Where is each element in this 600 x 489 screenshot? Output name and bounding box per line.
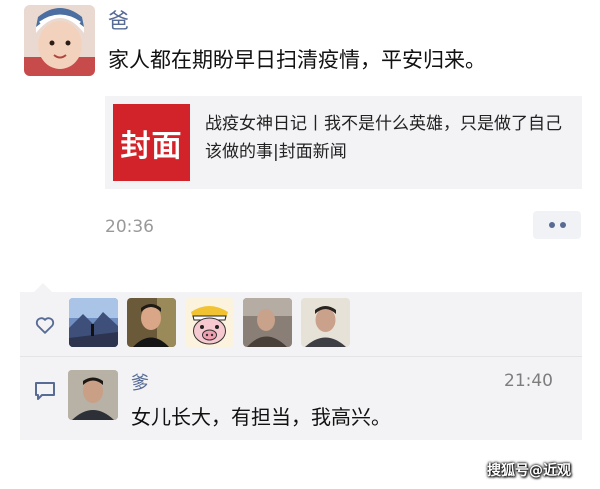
poster-name[interactable]: 爸 <box>108 6 129 36</box>
like-avatar-man-selfie[interactable] <box>301 298 350 347</box>
commenter-avatar[interactable] <box>68 370 118 420</box>
landscape-avatar-icon <box>69 298 118 347</box>
more-actions-button[interactable] <box>533 211 581 239</box>
baby-photo-icon <box>24 5 95 76</box>
interaction-panel: 爹 21:40 女儿长大，有担当，我高兴。 <box>20 292 582 440</box>
comment-timestamp: 21:40 <box>504 371 553 391</box>
comment-text: 女儿长大，有担当，我高兴。 <box>131 405 391 429</box>
man-avatar-icon <box>68 370 118 420</box>
shared-link-card[interactable]: 封面 战疫女神日记丨我不是什么英雄，只是做了自己该做的事|封面新闻 <box>105 96 582 189</box>
watermark: 搜狐号@近观 <box>487 463 571 479</box>
heart-icon <box>35 317 55 334</box>
post-text: 家人都在期盼早日扫清疫情，平安归来。 <box>108 48 486 72</box>
like-avatar-man-portrait[interactable] <box>127 298 176 347</box>
link-thumbnail: 封面 <box>113 104 190 181</box>
man-selfie-avatar-icon <box>301 298 350 347</box>
like-avatar-landscape[interactable] <box>69 298 118 347</box>
dot-icon <box>559 222 566 228</box>
like-avatar-man-photo[interactable] <box>243 298 292 347</box>
poster-avatar[interactable] <box>24 5 95 76</box>
man-portrait-avatar-icon <box>127 298 176 347</box>
man-photo-avatar-icon <box>243 298 292 347</box>
comment-author[interactable]: 爹 <box>131 369 149 395</box>
comment-icon <box>35 382 55 400</box>
dot-icon <box>548 222 555 228</box>
post-timestamp: 20:36 <box>105 217 154 237</box>
cartoon-pig-avatar-icon <box>185 298 234 347</box>
link-title: 战疫女神日记丨我不是什么英雄，只是做了自己该做的事|封面新闻 <box>205 114 562 162</box>
like-avatar-cartoon-pig[interactable] <box>185 298 234 347</box>
panel-caret <box>34 283 52 292</box>
panel-divider <box>20 356 582 357</box>
